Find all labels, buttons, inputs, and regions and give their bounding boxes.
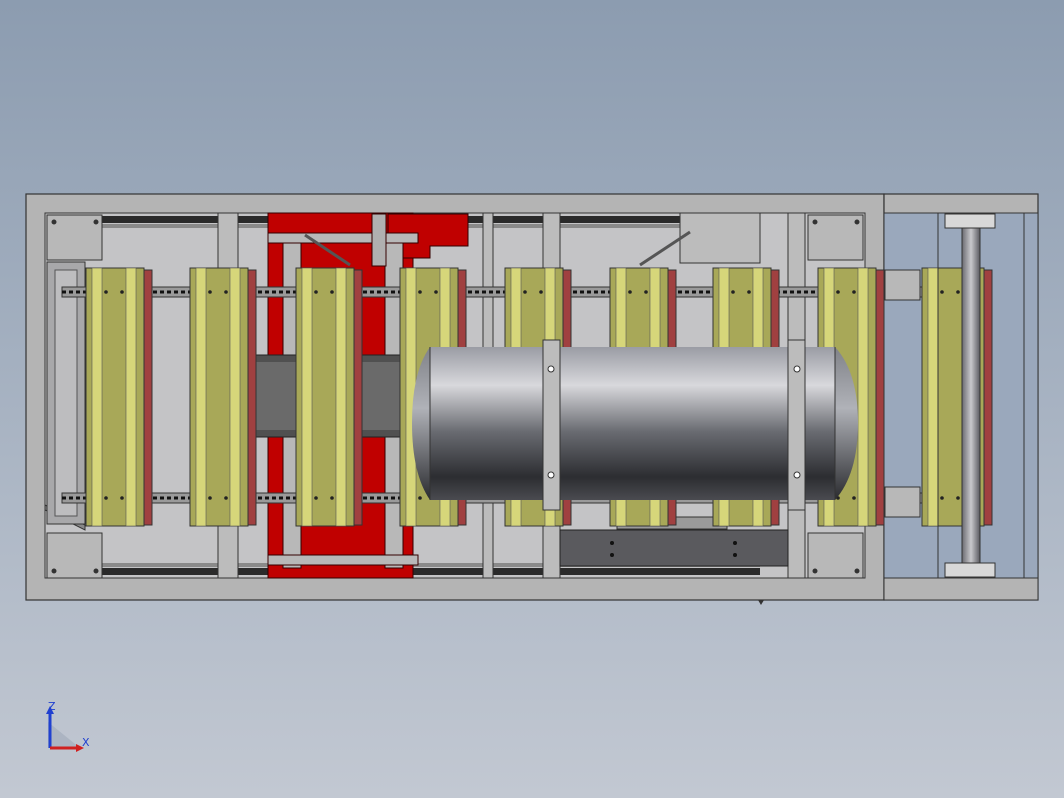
roller (295, 267, 363, 527)
left-side-plate (46, 261, 86, 525)
x-axis-label: X (82, 736, 90, 749)
orientation-triad: Z X (46, 700, 90, 752)
roller (85, 267, 153, 527)
cylindrical-tank (412, 339, 858, 511)
roller (189, 267, 257, 527)
z-axis-label: Z (48, 700, 56, 713)
cad-viewport[interactable] (0, 0, 1064, 798)
roller (921, 267, 993, 527)
selection-marker (758, 600, 764, 605)
